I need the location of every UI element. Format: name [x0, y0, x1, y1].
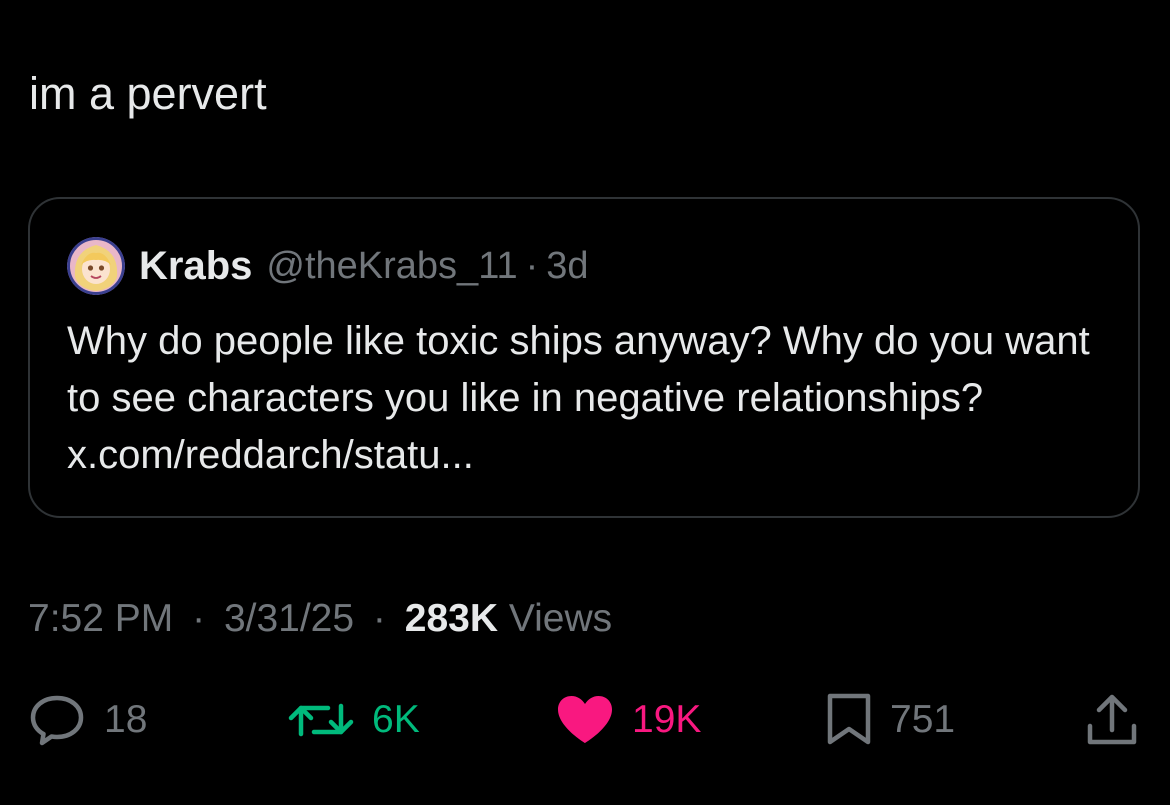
tweet-date[interactable]: 3/31/25 [224, 597, 354, 640]
quoted-tweet-card[interactable]: Krabs @theKrabs_11 · 3d Why do people li… [28, 197, 1140, 518]
repost-count: 6K [372, 698, 420, 741]
heart-icon [556, 694, 614, 746]
meta-separator: · [372, 597, 386, 640]
tweet-time[interactable]: 7:52 PM [28, 597, 173, 640]
quoted-tweet-header: Krabs @theKrabs_11 · 3d [67, 237, 589, 295]
bookmark-icon [826, 692, 872, 748]
reply-count: 18 [104, 698, 148, 741]
avatar[interactable] [67, 237, 125, 295]
like-count: 19K [632, 698, 702, 741]
views-label: Views [508, 597, 613, 640]
bookmark-button[interactable]: 751 [826, 690, 955, 750]
like-button[interactable]: 19K [556, 690, 701, 750]
quoted-author-handle[interactable]: @theKrabs_11 [266, 245, 517, 288]
share-upload-icon [1086, 692, 1138, 748]
quoted-author-name[interactable]: Krabs [139, 244, 252, 289]
bookmark-count: 751 [890, 698, 956, 741]
repost-arrows-icon [288, 696, 354, 744]
meta-separator: · [192, 597, 206, 640]
quoted-tweet-text: Why do people like toxic ships anyway? W… [67, 319, 1090, 477]
speech-bubble-icon [28, 693, 86, 747]
tweet-meta: 7:52 PM · 3/31/25 · 283K Views [28, 595, 612, 643]
share-button[interactable] [1086, 690, 1138, 750]
tweet-text: im a pervert [29, 68, 267, 119]
reply-button[interactable]: 18 [28, 690, 147, 750]
header-separator: · [525, 244, 539, 287]
repost-button[interactable]: 6K [288, 690, 420, 750]
quoted-tweet-age[interactable]: 3d [546, 245, 588, 288]
views-count: 283K [404, 597, 498, 640]
